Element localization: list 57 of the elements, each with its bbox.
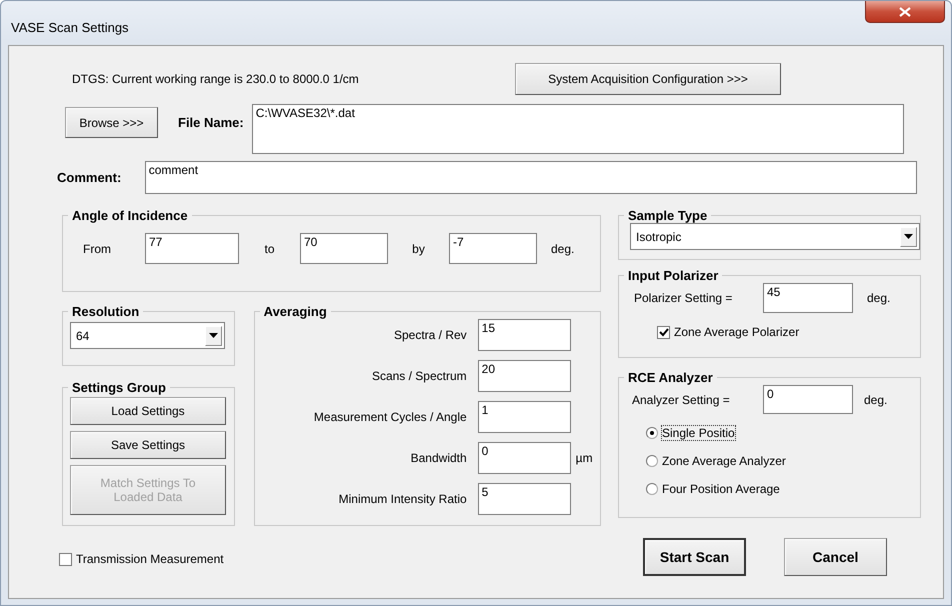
settings-button[interactable]: Load Settings [70,397,226,425]
group-title: Angle of Incidence [71,208,189,223]
field-label: Scans / Spectrum [370,369,467,383]
averaging-input[interactable]: 1 [478,401,571,433]
unit-label: deg. [867,291,890,305]
field-label: Spectra / Rev [392,328,467,342]
unit-label: µm [576,451,593,465]
window-title: VASE Scan Settings [11,20,129,35]
settings-button[interactable]: Save Settings [70,431,226,459]
checkbox[interactable] [657,326,670,338]
radio-button[interactable] [646,455,658,467]
unit-label: deg. [551,242,574,256]
group-title: Settings Group [71,380,167,395]
group-title: Input Polarizer [627,268,720,283]
close-button[interactable] [865,1,945,23]
acquisition-config-button[interactable]: System Acquisition Configuration >>> [515,63,781,95]
field-label: File Name: [178,115,244,130]
radio-label[interactable]: Zone Average Analyzer [662,454,786,468]
dropdown[interactable]: 64 [70,322,225,349]
polarizer-input[interactable]: 45 [763,283,853,313]
field-label: Minimum Intensity Ratio [338,492,467,506]
detector-range-text: DTGS: Current working range is 230.0 to 8000.0 1/cm [72,72,360,86]
unit-label: deg. [864,392,888,406]
comment-field[interactable]: comment [144,161,917,194]
radio-label[interactable]: Single Positio [662,426,735,440]
field-label: Measurement Cycles / Angle [312,410,467,424]
checkbox-label[interactable]: Zone Average Polarizer [674,325,800,339]
analyzer-input[interactable]: 0 [763,385,853,414]
browse-button[interactable]: Browse >>> [65,107,158,138]
field-label: From [83,242,112,256]
field-label: by [411,242,426,256]
averaging-input[interactable]: 5 [478,483,571,515]
field-label: to [263,242,276,256]
dialog-button[interactable]: Cancel [784,538,887,576]
close-icon [899,6,911,16]
angle-input[interactable]: 70 [300,233,388,264]
checkbox-label[interactable]: Transmission Measurement [76,552,224,566]
field-label: Analyzer Setting = [632,392,731,406]
averaging-input[interactable]: 0 [478,442,571,474]
group-title: Sample Type [627,208,708,223]
file-name-field[interactable]: C:\WVASE32\*.dat [252,104,904,154]
field-label: Polarizer Setting = [634,291,734,305]
group-title: Averaging [262,304,328,319]
group-title: Resolution [71,304,140,319]
checkbox[interactable] [59,552,72,566]
radio-label[interactable]: Four Position Average [662,482,780,496]
field-label: Comment: [57,170,122,185]
angle-input[interactable]: 77 [145,233,239,264]
radio-button[interactable] [646,427,658,439]
dropdown[interactable]: Isotropic [630,223,920,250]
angle-input[interactable]: -7 [449,233,537,264]
field-label: Bandwidth [410,451,467,465]
group-title: RCE Analyzer [627,370,714,385]
dialog-button[interactable]: Start Scan [643,538,746,576]
averaging-input[interactable]: 15 [478,319,571,351]
radio-button[interactable] [646,483,658,495]
averaging-input[interactable]: 20 [478,360,571,392]
